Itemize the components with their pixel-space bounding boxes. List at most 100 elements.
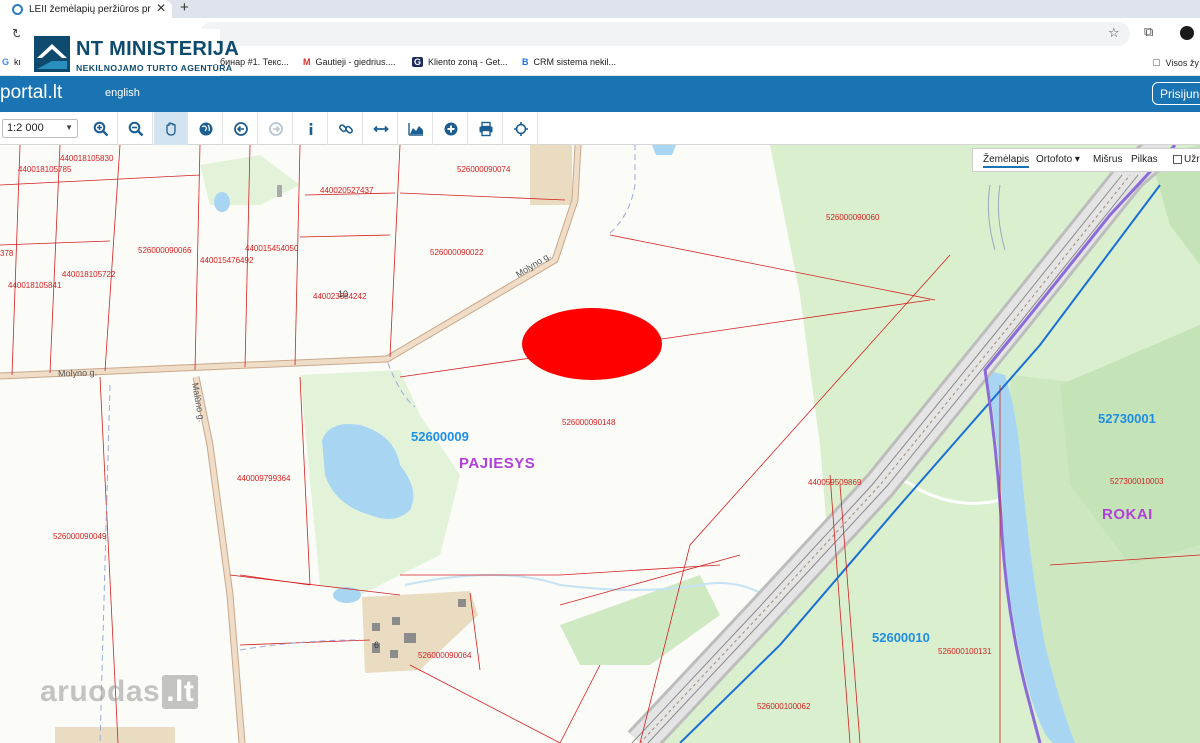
- bookmark-item[interactable]: B CRM sistema nekil...: [522, 57, 616, 67]
- parcel-label: 526000100062: [757, 702, 811, 711]
- cadastral-block-label: 52730001: [1098, 411, 1156, 426]
- crm-icon: B: [522, 57, 529, 67]
- profile-tool[interactable]: [399, 112, 433, 145]
- new-tab-icon[interactable]: +: [180, 0, 189, 16]
- bookmark-label: Gautieji - giedrius....: [315, 57, 396, 67]
- parcel-label: 526000090049: [53, 532, 107, 541]
- profile-avatar[interactable]: [1180, 26, 1194, 40]
- zoom-in-icon: [93, 121, 108, 136]
- parcel-label: 440020527437: [320, 186, 374, 195]
- labels-checkbox[interactable]: [1173, 155, 1182, 164]
- parcel-label: 440015476492: [200, 256, 254, 265]
- nt-ministerija-logo: NT MINISTERIJA NEKILNOJAMO TURTO AGENTŪR…: [20, 29, 239, 81]
- parcel-label: 526000090066: [138, 246, 192, 255]
- info-tool[interactable]: [294, 112, 328, 145]
- parcel-label: 526000090060: [826, 213, 880, 222]
- parcel-label: 378: [0, 249, 14, 258]
- logo-name: NT MINISTERIJA: [76, 38, 240, 60]
- language-link[interactable]: english: [105, 87, 140, 99]
- location-marker: [522, 308, 662, 380]
- globe-favicon-icon: [12, 3, 23, 15]
- print-tool[interactable]: [469, 112, 503, 145]
- scale-value: 1:2 000: [7, 122, 44, 134]
- globe-icon: [199, 122, 212, 135]
- chevron-down-icon: ▼: [65, 123, 73, 132]
- next-extent-tool[interactable]: [259, 112, 293, 145]
- pan-tool[interactable]: [154, 112, 188, 145]
- screen: LEII žemėlapių peržiūros prog ✕ + ↻ ☆ ⧉ …: [0, 0, 1200, 743]
- measure-distance-icon: [372, 125, 389, 132]
- house-logo-icon: [34, 36, 70, 72]
- parcel-label: 526000090064: [418, 651, 472, 660]
- tab-title: LEII žemėlapių peržiūros prog: [29, 3, 151, 15]
- parcel-label: 440018105722: [62, 270, 116, 279]
- place-label: PAJIESYS: [459, 455, 536, 472]
- previous-extent-tool[interactable]: [224, 112, 258, 145]
- cadastral-block-label: 52600010: [872, 630, 930, 645]
- parcel-label: 440018105785: [18, 165, 72, 174]
- parcel-label: 526000090022: [430, 248, 484, 257]
- link-icon: [338, 123, 353, 134]
- house-number: 10: [338, 289, 349, 299]
- gmail-icon: M: [303, 57, 311, 67]
- printer-icon: [479, 121, 492, 136]
- getresponse-icon: G: [412, 57, 424, 67]
- parcel-label: 527300010003: [1110, 477, 1164, 486]
- bookmark-star-icon[interactable]: ☆: [1108, 25, 1120, 41]
- parcel-label: 526000090074: [457, 165, 511, 174]
- zoom-out-icon: [128, 121, 143, 136]
- browser-tabstrip: LEII žemėlapių peržiūros prog ✕ +: [0, 0, 1200, 18]
- parcel-label: 440018105841: [8, 281, 62, 290]
- place-label: ROKAI: [1102, 506, 1153, 523]
- bookmark-label: Visos žy: [1165, 57, 1199, 68]
- all-bookmarks[interactable]: ▢ Visos žy: [1152, 57, 1199, 68]
- layer-orthophoto[interactable]: Ortofoto ▾: [1036, 154, 1080, 165]
- link-tool[interactable]: [329, 112, 363, 145]
- zoom-out-tool[interactable]: [119, 112, 153, 145]
- locate-tool[interactable]: [504, 112, 538, 145]
- watermark-text: aruodas: [40, 675, 161, 708]
- zoom-in-tool[interactable]: [84, 112, 118, 145]
- layer-grey[interactable]: Pilkas: [1131, 154, 1158, 165]
- close-tab-icon[interactable]: ✕: [156, 1, 166, 15]
- measure-tool[interactable]: [364, 112, 398, 145]
- scale-select[interactable]: 1:2 000 ▼: [2, 119, 78, 138]
- map-basemap: [0, 145, 1200, 743]
- arrow-left-circle-icon: [233, 121, 248, 136]
- parcel-label: 526000090148: [562, 418, 616, 427]
- full-extent-tool[interactable]: [189, 112, 223, 145]
- bookmark-label: CRM sistema nekil...: [533, 57, 617, 67]
- arrow-right-circle-icon: [268, 121, 283, 136]
- elevation-profile-icon: [407, 122, 423, 136]
- extensions-icon[interactable]: ⧉: [1144, 24, 1153, 40]
- map-toolbar: 1:2 000 ▼: [0, 112, 1200, 145]
- layer-map[interactable]: Žemėlapis: [983, 154, 1030, 168]
- add-tool[interactable]: [434, 112, 468, 145]
- folder-icon: ▢: [1152, 57, 1161, 67]
- parcel-label: 526000100131: [938, 647, 992, 656]
- bookmark-item[interactable]: M Gautieji - giedrius....: [303, 57, 396, 67]
- parcel-label: 440059509869: [808, 478, 862, 487]
- layer-hybrid[interactable]: Mišrus: [1093, 154, 1122, 165]
- logo-subtitle: NEKILNOJAMO TURTO AGENTŪRA: [76, 63, 233, 73]
- browser-tab[interactable]: LEII žemėlapių peržiūros prog ✕: [0, 0, 172, 18]
- login-button[interactable]: Prisijung: [1152, 82, 1200, 105]
- google-icon: G: [2, 57, 10, 67]
- address-bar[interactable]: [200, 22, 1130, 46]
- plus-circle-icon: [444, 122, 457, 135]
- labels-toggle-label: Užra: [1184, 154, 1200, 165]
- portal-brand[interactable]: portal.lt: [0, 82, 62, 104]
- bookmark-label: Kliento zoną - Get...: [428, 57, 508, 67]
- street-label: Molyno g.: [57, 367, 98, 379]
- aruodas-watermark: aruodas .lt: [40, 675, 199, 709]
- cadastral-block-label: 52600009: [411, 429, 469, 444]
- portal-header: portal.lt english Prisijung: [0, 76, 1200, 112]
- map-canvas[interactable]: 440018105830 440018105785 440020527437 5…: [0, 145, 1200, 743]
- parcel-label: 440015454050: [245, 244, 299, 253]
- bookmark-item[interactable]: G Kliento zoną - Get...: [412, 57, 508, 67]
- info-icon: [309, 122, 312, 135]
- crosshair-icon: [513, 121, 528, 136]
- layer-switcher: Žemėlapis Ortofoto ▾ Mišrus Pilkas Užra: [972, 148, 1200, 172]
- watermark-suffix: .lt: [162, 675, 199, 709]
- house-number: 6: [374, 640, 380, 650]
